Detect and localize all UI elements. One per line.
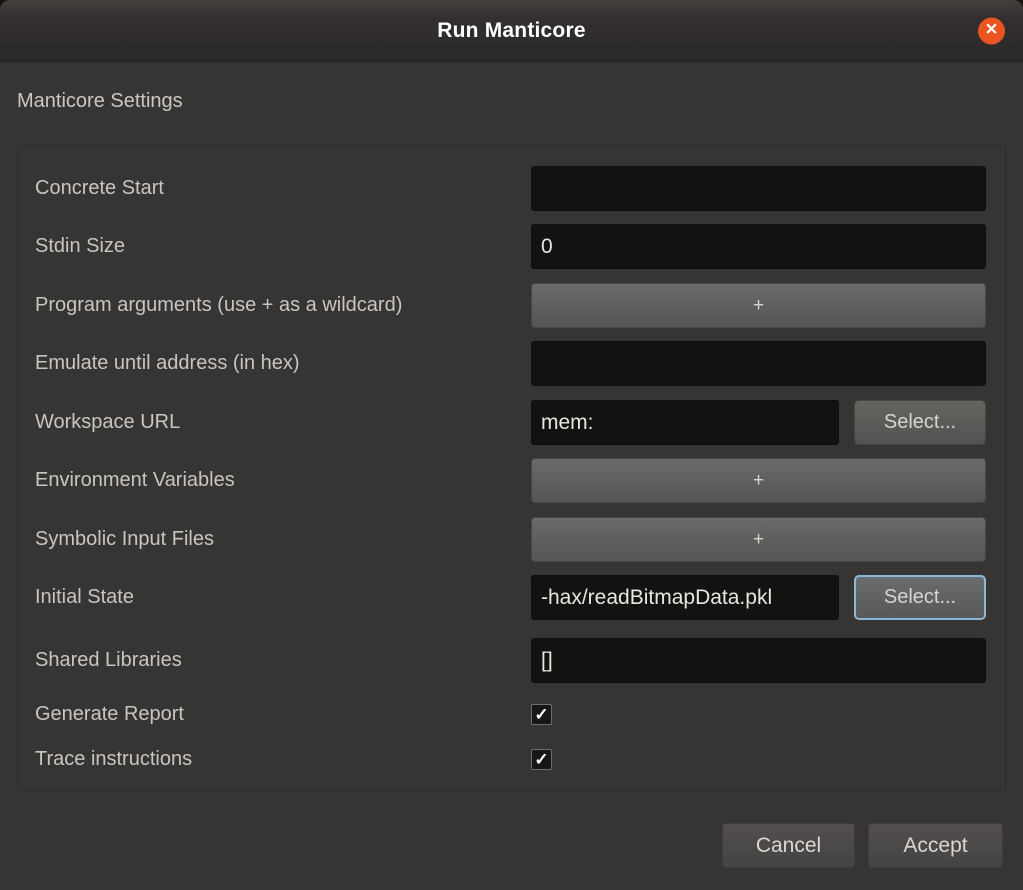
field-row-workspace-url: Workspace URL Select...	[18, 400, 1005, 445]
field-row-symbolic-input-files: Symbolic Input Files +	[18, 517, 1005, 562]
workspace-url-input[interactable]	[531, 400, 839, 445]
shared-libraries-label: Shared Libraries	[35, 638, 182, 683]
stdin-size-input[interactable]	[531, 224, 986, 269]
titlebar[interactable]: Run Manticore ✕	[0, 0, 1023, 62]
environment-variables-add-button[interactable]: +	[531, 458, 986, 503]
field-row-emulate-until: Emulate until address (in hex)	[18, 341, 1005, 386]
checkmark-icon: ✓	[534, 706, 548, 723]
concrete-start-input[interactable]	[531, 166, 986, 211]
field-row-shared-libraries: Shared Libraries	[18, 638, 1005, 683]
field-row-concrete-start: Concrete Start	[18, 166, 1005, 211]
close-icon: ✕	[985, 23, 998, 39]
trace-instructions-label: Trace instructions	[35, 748, 192, 771]
shared-libraries-input[interactable]	[531, 638, 986, 683]
initial-state-input[interactable]	[531, 575, 839, 620]
symbolic-input-files-label: Symbolic Input Files	[35, 517, 214, 562]
field-row-generate-report: Generate Report ✓	[18, 698, 1005, 730]
generate-report-label: Generate Report	[35, 703, 184, 726]
field-row-program-arguments: Program arguments (use + as a wildcard) …	[18, 283, 1005, 328]
workspace-url-select-button[interactable]: Select...	[854, 400, 986, 445]
environment-variables-label: Environment Variables	[35, 458, 235, 503]
field-row-stdin-size: Stdin Size	[18, 224, 1005, 269]
program-arguments-label: Program arguments (use + as a wildcard)	[35, 283, 402, 328]
initial-state-label: Initial State	[35, 575, 134, 620]
symbolic-input-files-add-button[interactable]: +	[531, 517, 986, 562]
settings-groupbox: Concrete Start Stdin Size Program argume…	[17, 145, 1006, 791]
dialog-title: Run Manticore	[437, 19, 585, 43]
generate-report-checkbox[interactable]: ✓	[531, 704, 552, 725]
run-manticore-dialog: Run Manticore ✕ Manticore Settings Concr…	[0, 0, 1023, 890]
initial-state-select-button[interactable]: Select...	[854, 575, 986, 620]
emulate-until-input[interactable]	[531, 341, 986, 386]
program-arguments-add-button[interactable]: +	[531, 283, 986, 328]
close-button[interactable]: ✕	[978, 17, 1005, 44]
workspace-url-label: Workspace URL	[35, 400, 180, 445]
emulate-until-label: Emulate until address (in hex)	[35, 341, 300, 386]
field-row-environment-variables: Environment Variables +	[18, 458, 1005, 503]
accept-button[interactable]: Accept	[868, 823, 1003, 868]
concrete-start-label: Concrete Start	[35, 166, 164, 211]
field-row-trace-instructions: Trace instructions ✓	[18, 743, 1005, 775]
cancel-button[interactable]: Cancel	[722, 823, 855, 868]
checkmark-icon: ✓	[534, 751, 548, 768]
stdin-size-label: Stdin Size	[35, 224, 125, 269]
trace-instructions-checkbox[interactable]: ✓	[531, 749, 552, 770]
settings-heading: Manticore Settings	[17, 90, 183, 113]
field-row-initial-state: Initial State Select...	[18, 575, 1005, 620]
